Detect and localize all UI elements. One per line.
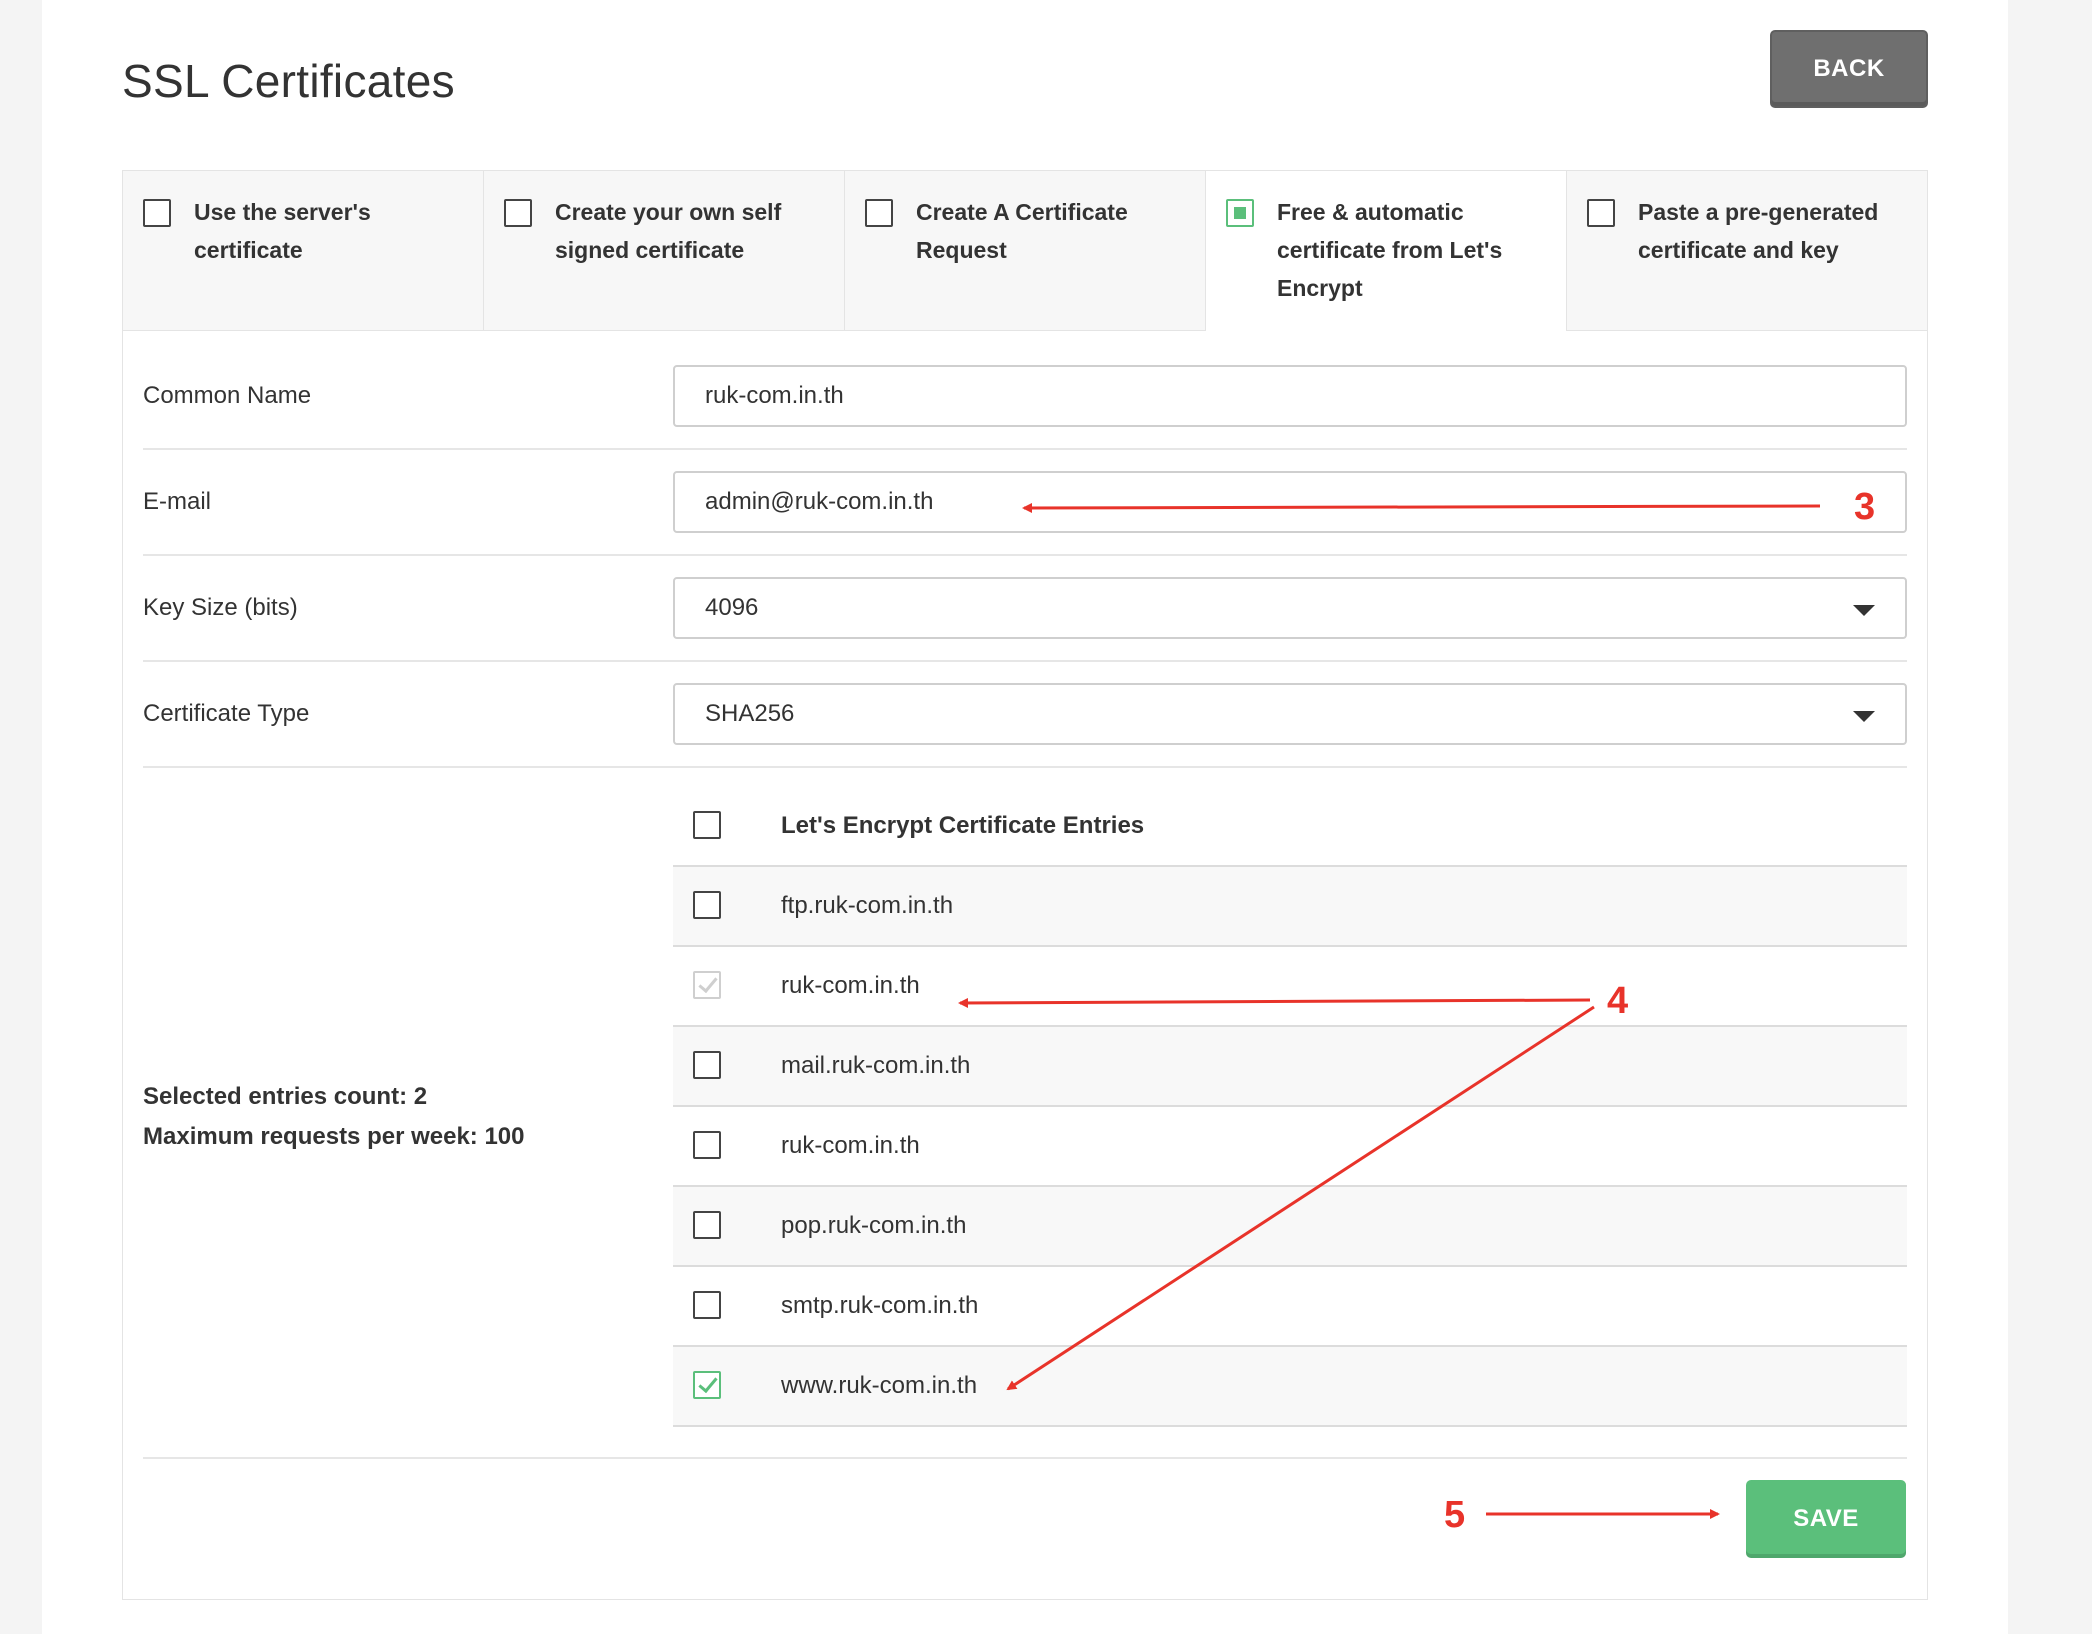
back-button[interactable]: BACK (1770, 30, 1928, 108)
table-row: ruk-com.in.th (673, 1107, 1907, 1187)
common-name-label: Common Name (143, 381, 312, 409)
chevron-down-icon (1853, 711, 1875, 722)
key-size-row: Key Size (bits) 4096 (143, 555, 1907, 662)
entry-checkbox[interactable] (693, 1291, 721, 1319)
selected-entries-count: Selected entries count: 2 (143, 1083, 428, 1110)
key-size-select[interactable]: 4096 (673, 577, 1907, 639)
maximum-requests-per-week: Maximum requests per week: 100 (143, 1123, 525, 1150)
tab-server-certificate[interactable]: Use the server's certificate (123, 171, 484, 331)
table-row: pop.ruk-com.in.th (673, 1187, 1907, 1267)
certificate-type-label: Certificate Type (143, 699, 310, 727)
tab-paste-certificate[interactable]: Paste a pre-generated certificate and ke… (1567, 171, 1927, 331)
tab-checkbox[interactable] (1587, 199, 1615, 227)
chevron-down-icon (1853, 605, 1875, 616)
entry-checkbox[interactable] (693, 891, 721, 919)
tab-label: Paste a pre-generated certificate and ke… (1638, 199, 1879, 263)
entries-header-label: Let's Encrypt Certificate Entries (781, 812, 1145, 839)
tab-checkbox[interactable] (143, 199, 171, 227)
table-row: smtp.ruk-com.in.th (673, 1267, 1907, 1347)
table-row: ftp.ruk-com.in.th (673, 867, 1907, 947)
email-row: E-mail admin@ruk-com.in.th (143, 449, 1907, 556)
entry-domain: www.ruk-com.in.th (781, 1372, 978, 1399)
annotation-step-4: 4 (1607, 980, 1629, 1022)
certificate-type-select[interactable]: SHA256 (673, 683, 1907, 745)
table-row: www.ruk-com.in.th (673, 1347, 1907, 1427)
tab-label: Free & automatic certificate from Let's … (1277, 199, 1503, 301)
page-container: SSL Certificates BACK Use the server's c… (42, 0, 2008, 1634)
tab-checkbox[interactable] (504, 199, 532, 227)
entry-checkbox[interactable] (693, 1211, 721, 1239)
entry-domain: pop.ruk-com.in.th (781, 1212, 967, 1239)
save-button[interactable]: SAVE (1746, 1480, 1906, 1558)
tab-checkbox[interactable] (865, 199, 893, 227)
certificate-source-tabs: Use the server's certificate Create your… (123, 171, 1927, 331)
key-size-value: 4096 (705, 594, 759, 621)
ssl-panel: Use the server's certificate Create your… (122, 170, 1928, 1600)
entry-checkbox[interactable] (693, 1051, 721, 1079)
certificate-type-row: Certificate Type SHA256 (143, 661, 1907, 768)
tab-label: Use the server's certificate (194, 199, 371, 263)
tab-certificate-request[interactable]: Create A Certificate Request (845, 171, 1206, 331)
email-label: E-mail (143, 487, 212, 515)
tab-lets-encrypt[interactable]: Free & automatic certificate from Let's … (1206, 171, 1567, 331)
annotation-step-5: 5 (1444, 1494, 1466, 1536)
table-row: ruk-com.in.th (673, 947, 1907, 1027)
tab-self-signed[interactable]: Create your own self signed certificate (484, 171, 845, 331)
lets-encrypt-entries-section: Selected entries count: 2 Maximum reques… (143, 777, 1907, 1459)
annotation-step-3: 3 (1854, 486, 1876, 528)
entry-domain: smtp.ruk-com.in.th (781, 1292, 979, 1319)
entries-summary: Selected entries count: 2 Maximum reques… (143, 1077, 525, 1157)
entry-domain: ruk-com.in.th (781, 972, 920, 999)
key-size-label: Key Size (bits) (143, 593, 298, 621)
tab-checkbox[interactable] (1226, 199, 1254, 227)
entry-domain: ftp.ruk-com.in.th (781, 892, 954, 919)
common-name-input[interactable]: ruk-com.in.th (673, 365, 1907, 427)
tab-label: Create A Certificate Request (916, 199, 1128, 263)
entry-checkbox[interactable] (693, 1371, 721, 1399)
email-input[interactable]: admin@ruk-com.in.th (673, 471, 1907, 533)
certificate-type-value: SHA256 (705, 700, 795, 727)
entries-table: Let's Encrypt Certificate Entries ftp.ru… (673, 787, 1907, 1427)
select-all-checkbox[interactable] (693, 811, 721, 839)
tab-label: Create your own self signed certificate (555, 199, 782, 263)
common-name-row: Common Name ruk-com.in.th (143, 343, 1907, 450)
entry-domain: mail.ruk-com.in.th (781, 1052, 971, 1079)
entries-header-row: Let's Encrypt Certificate Entries (673, 787, 1907, 867)
entry-checkbox[interactable] (693, 1131, 721, 1159)
table-row: mail.ruk-com.in.th (673, 1027, 1907, 1107)
entry-checkbox-disabled (693, 971, 721, 999)
entry-domain: ruk-com.in.th (781, 1132, 920, 1159)
page-title: SSL Certificates (122, 55, 455, 107)
